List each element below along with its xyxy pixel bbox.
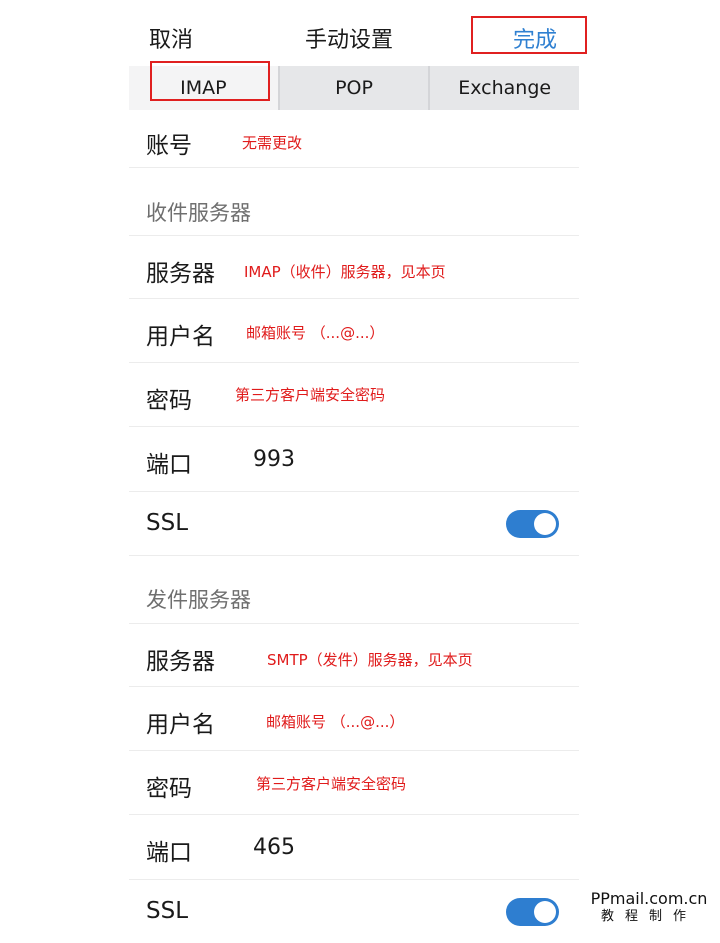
outgoing-port-row[interactable]: 端口 465 xyxy=(129,815,579,880)
incoming-password-row[interactable]: 密码 第三方客户端安全密码 xyxy=(129,363,579,427)
tab-exchange[interactable]: Exchange xyxy=(428,66,579,110)
outgoing-port-label: 端口 xyxy=(146,840,192,866)
outgoing-username-field[interactable]: 邮箱账号 （...@...） xyxy=(266,711,404,732)
highlight-box-done xyxy=(471,16,587,54)
cancel-button[interactable]: 取消 xyxy=(149,22,193,54)
outgoing-section-header: 发件服务器 xyxy=(129,556,579,624)
incoming-password-label: 密码 xyxy=(146,388,192,414)
tab-pop[interactable]: POP xyxy=(277,66,429,110)
incoming-ssl-label: SSL xyxy=(146,510,189,536)
outgoing-password-field[interactable]: 第三方客户端安全密码 xyxy=(256,773,406,794)
top-bar: 取消 手动设置 完成 xyxy=(0,0,720,66)
incoming-section-title: 收件服务器 xyxy=(146,201,251,225)
incoming-password-field[interactable]: 第三方客户端安全密码 xyxy=(235,384,385,405)
outgoing-port-field[interactable]: 465 xyxy=(253,835,295,860)
incoming-port-field[interactable]: 993 xyxy=(253,447,295,472)
incoming-ssl-toggle[interactable] xyxy=(506,510,559,538)
outgoing-ssl-label: SSL xyxy=(146,898,189,924)
outgoing-server-row[interactable]: 服务器 SMTP（发件）服务器，见本页 xyxy=(129,624,579,687)
incoming-port-row[interactable]: 端口 993 xyxy=(129,427,579,492)
incoming-section-header: 收件服务器 xyxy=(129,168,579,236)
outgoing-password-label: 密码 xyxy=(146,776,192,802)
incoming-ssl-row: SSL xyxy=(129,492,579,556)
outgoing-server-field[interactable]: SMTP（发件）服务器，见本页 xyxy=(267,649,473,670)
incoming-username-row[interactable]: 用户名 邮箱账号 （...@...） xyxy=(129,299,579,363)
account-row[interactable]: 账号 无需更改 xyxy=(129,112,579,168)
watermark-caption: 教程制作 xyxy=(600,909,697,924)
outgoing-ssl-row: SSL xyxy=(129,880,579,943)
account-note: 无需更改 xyxy=(242,134,303,152)
page-title: 手动设置 xyxy=(305,28,394,53)
incoming-server-row[interactable]: 服务器 IMAP（收件）服务器，见本页 xyxy=(129,236,579,299)
incoming-port-label: 端口 xyxy=(146,452,192,478)
toggle-knob xyxy=(534,901,556,923)
outgoing-ssl-toggle[interactable] xyxy=(506,898,559,926)
incoming-server-label: 服务器 xyxy=(146,261,215,287)
incoming-username-label: 用户名 xyxy=(146,324,215,350)
watermark: PPmail.com.cn 教程制作 xyxy=(586,890,712,926)
outgoing-username-label: 用户名 xyxy=(146,712,215,738)
watermark-site: PPmail.com.cn xyxy=(590,889,708,908)
account-label: 账号 xyxy=(146,133,192,159)
outgoing-server-label: 服务器 xyxy=(146,649,215,675)
incoming-server-field[interactable]: IMAP（收件）服务器，见本页 xyxy=(244,261,446,282)
incoming-username-field[interactable]: 邮箱账号 （...@...） xyxy=(246,322,384,343)
toggle-knob xyxy=(534,513,556,535)
outgoing-username-row[interactable]: 用户名 邮箱账号 （...@...） xyxy=(129,687,579,751)
outgoing-section-title: 发件服务器 xyxy=(146,588,251,612)
outgoing-password-row[interactable]: 密码 第三方客户端安全密码 xyxy=(129,751,579,815)
highlight-box-imap xyxy=(150,61,270,101)
